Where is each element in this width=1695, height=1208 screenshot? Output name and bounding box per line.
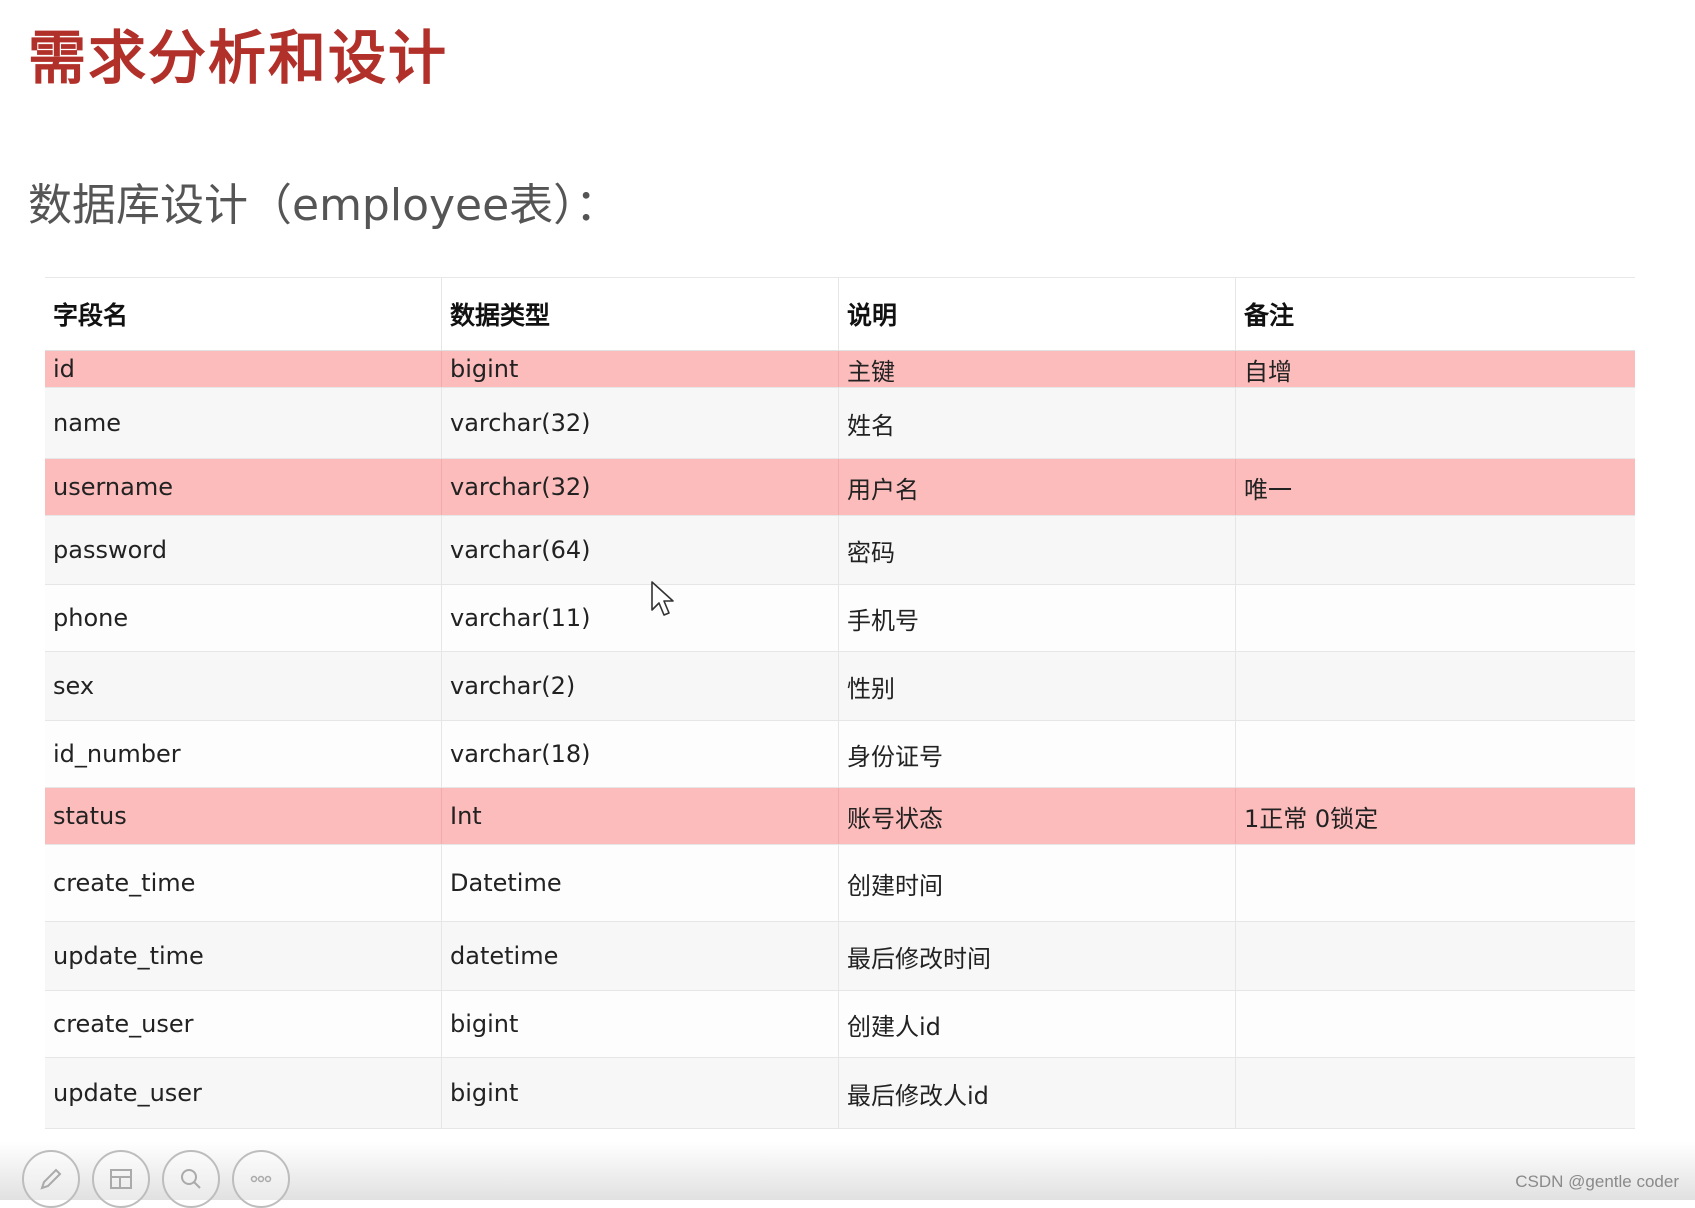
cell-field: create_time bbox=[45, 845, 442, 921]
cell-desc: 姓名 bbox=[839, 388, 1236, 458]
cell-field: status bbox=[45, 788, 442, 844]
cell-field: id_number bbox=[45, 721, 442, 787]
cell-field: create_user bbox=[45, 991, 442, 1057]
cell-desc: 创建时间 bbox=[839, 845, 1236, 921]
table-row: username varchar(32) 用户名 唯一 bbox=[45, 459, 1635, 516]
pen-icon[interactable] bbox=[22, 1150, 80, 1208]
cell-note bbox=[1236, 652, 1633, 720]
table-row: update_time datetime 最后修改时间 bbox=[45, 922, 1635, 991]
cell-type: varchar(18) bbox=[442, 721, 839, 787]
cell-type: datetime bbox=[442, 922, 839, 990]
table-row: create_time Datetime 创建时间 bbox=[45, 845, 1635, 922]
layout-icon[interactable] bbox=[92, 1150, 150, 1208]
cell-note bbox=[1236, 922, 1633, 990]
cell-desc: 账号状态 bbox=[839, 788, 1236, 844]
zoom-icon[interactable] bbox=[162, 1150, 220, 1208]
cell-field: id bbox=[45, 351, 442, 387]
cell-note bbox=[1236, 991, 1633, 1057]
table-row: update_user bigint 最后修改人id bbox=[45, 1058, 1635, 1129]
cell-type: varchar(64) bbox=[442, 516, 839, 584]
cell-field: update_user bbox=[45, 1058, 442, 1128]
table-row: phone varchar(11) 手机号 bbox=[45, 585, 1635, 652]
column-header-desc: 说明 bbox=[839, 278, 1236, 350]
mouse-cursor-icon bbox=[651, 581, 674, 616]
table-row: name varchar(32) 姓名 bbox=[45, 388, 1635, 459]
employee-table: 字段名 数据类型 说明 备注 id bigint 主键 自增 name varchar(3… bbox=[45, 277, 1635, 1129]
cell-field: update_time bbox=[45, 922, 442, 990]
cell-type: varchar(2) bbox=[442, 652, 839, 720]
table-row: create_user bigint 创建人id bbox=[45, 991, 1635, 1058]
column-header-field: 字段名 bbox=[45, 278, 442, 350]
cell-note bbox=[1236, 1058, 1633, 1128]
cell-type: varchar(11) bbox=[442, 585, 839, 651]
slide-title: 需求分析和设计 bbox=[28, 24, 449, 92]
table-row: id bigint 主键 自增 bbox=[45, 351, 1635, 388]
cell-field: name bbox=[45, 388, 442, 458]
table-row: id_number varchar(18) 身份证号 bbox=[45, 721, 1635, 788]
cell-note bbox=[1236, 721, 1633, 787]
cell-type: bigint bbox=[442, 351, 839, 387]
slide-subtitle: 数据库设计（employee表）： bbox=[28, 180, 620, 231]
cell-field: password bbox=[45, 516, 442, 584]
cell-note: 唯一 bbox=[1244, 475, 1292, 504]
table-row: status Int 账号状态 1正常 0锁定 bbox=[45, 788, 1635, 845]
cell-type: bigint bbox=[442, 1058, 839, 1128]
cell-type: bigint bbox=[442, 991, 839, 1057]
cell-note: 自增 bbox=[1244, 357, 1292, 386]
cell-desc: 密码 bbox=[839, 516, 1236, 584]
table-row: sex varchar(2) 性别 bbox=[45, 652, 1635, 721]
cell-field: sex bbox=[45, 652, 442, 720]
cell-type: varchar(32) bbox=[442, 459, 839, 515]
cell-note bbox=[1236, 388, 1633, 458]
cell-note bbox=[1236, 585, 1633, 651]
cell-note bbox=[1236, 845, 1633, 921]
table-row: password varchar(64) 密码 bbox=[45, 516, 1635, 585]
cell-desc: 创建人id bbox=[839, 991, 1236, 1057]
cell-type: varchar(32) bbox=[442, 388, 839, 458]
cell-type: Datetime bbox=[442, 845, 839, 921]
cell-desc: 用户名 bbox=[839, 459, 1236, 515]
cell-type: Int bbox=[442, 788, 839, 844]
table-body: id bigint 主键 自增 name varchar(32) 姓名 username var… bbox=[45, 351, 1635, 1129]
cell-note: 1正常 0锁定 bbox=[1244, 804, 1379, 833]
cell-field: username bbox=[45, 459, 442, 515]
cell-desc: 主键 bbox=[839, 351, 1236, 387]
cell-field: phone bbox=[45, 585, 442, 651]
watermark: CSDN @gentle coder bbox=[1515, 1172, 1679, 1191]
cell-desc: 身份证号 bbox=[839, 721, 1236, 787]
presentation-toolbar bbox=[0, 1142, 1695, 1208]
cell-desc: 最后修改时间 bbox=[839, 922, 1236, 990]
cell-desc: 最后修改人id bbox=[839, 1058, 1236, 1128]
cell-desc: 性别 bbox=[839, 652, 1236, 720]
column-header-type: 数据类型 bbox=[442, 278, 839, 350]
cell-desc: 手机号 bbox=[839, 585, 1236, 651]
cell-note bbox=[1236, 516, 1633, 584]
more-icon[interactable] bbox=[232, 1150, 290, 1208]
table-header-row: 字段名 数据类型 说明 备注 bbox=[45, 278, 1635, 351]
column-header-note: 备注 bbox=[1244, 301, 1295, 330]
